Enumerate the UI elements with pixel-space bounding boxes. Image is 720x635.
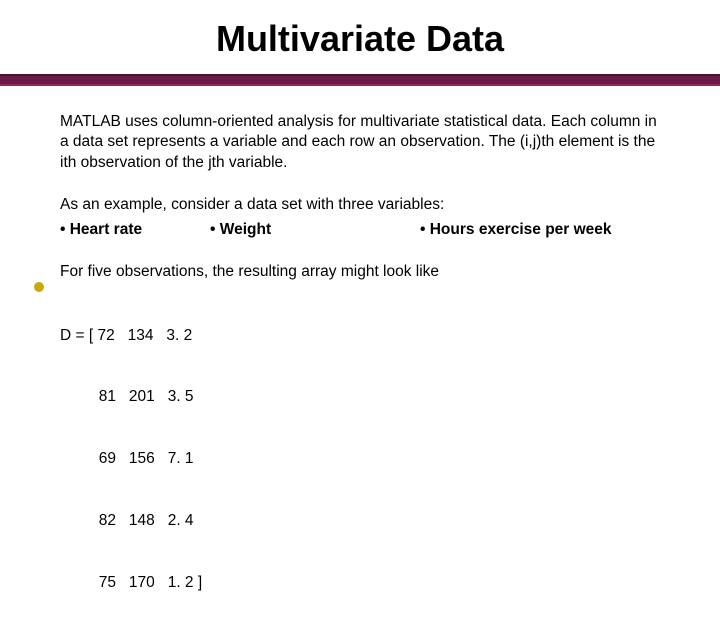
matrix-row-1: D = [ 72 134 3. 2 xyxy=(60,326,660,347)
paragraph-example: As an example, consider a data set with … xyxy=(60,195,660,240)
matrix-row-4: 82 148 2. 4 xyxy=(60,511,660,532)
matrix-row-3: 69 156 7. 1 xyxy=(60,449,660,470)
list-bullet-icon xyxy=(34,282,44,292)
example-intro-line: As an example, consider a data set with … xyxy=(60,195,660,215)
matrix-row-2: 81 201 3. 5 xyxy=(60,387,660,408)
page-title: Multivariate Data xyxy=(0,0,720,74)
title-rule xyxy=(0,74,720,86)
bullet-hours-exercise: • Hours exercise per week xyxy=(420,220,612,240)
content-area: MATLAB uses column-oriented analysis for… xyxy=(0,86,720,635)
matrix-row-5: 75 170 1. 2 ] xyxy=(60,573,660,594)
paragraph-matrix: For five observations, the resulting arr… xyxy=(60,262,660,635)
bullet-heart-rate: • Heart rate xyxy=(60,220,210,240)
matrix-intro-line: For five observations, the resulting arr… xyxy=(60,262,660,282)
paragraph-intro: MATLAB uses column-oriented analysis for… xyxy=(60,112,660,173)
variable-bullets: • Heart rate • Weight • Hours exercise p… xyxy=(60,220,660,240)
bullet-weight: • Weight xyxy=(210,220,420,240)
matrix-block: D = [ 72 134 3. 2 81 201 3. 5 69 156 7. … xyxy=(60,285,660,635)
